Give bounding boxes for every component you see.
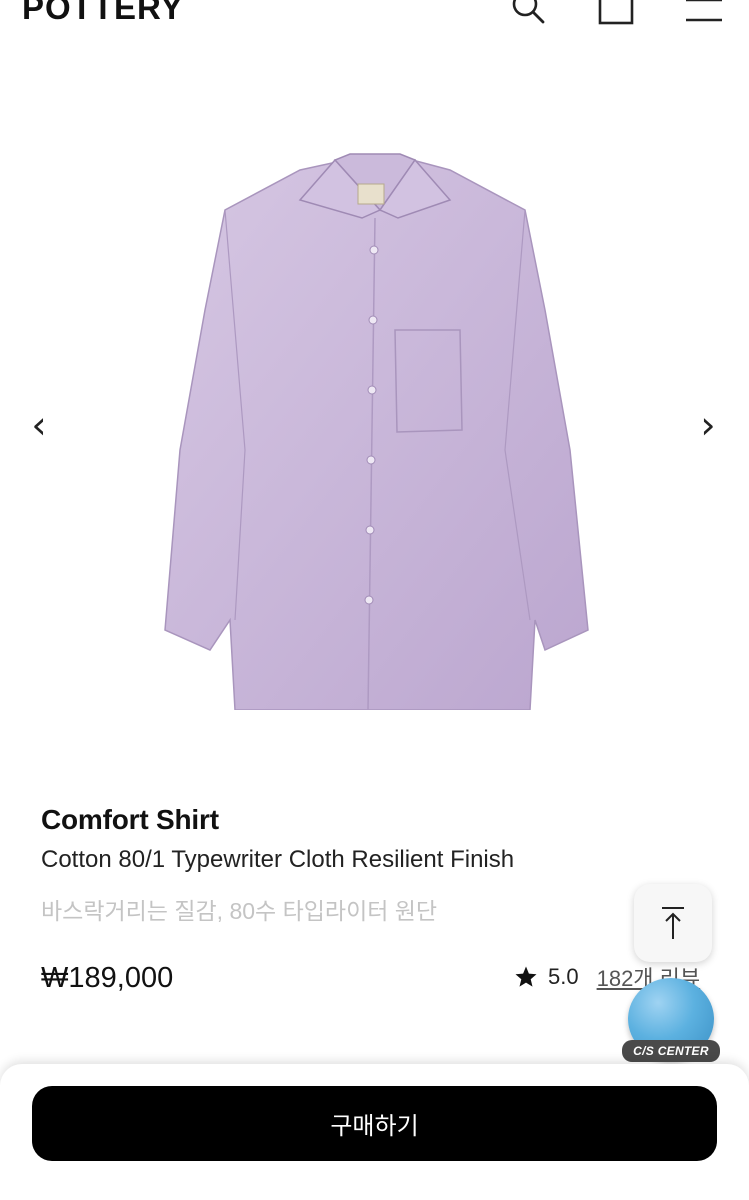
arrow-up-icon bbox=[662, 907, 684, 939]
scroll-to-top-button[interactable] bbox=[634, 884, 712, 962]
next-image-arrow[interactable]: › bbox=[693, 400, 723, 450]
search-icon[interactable] bbox=[508, 0, 548, 28]
rating-score: 5.0 bbox=[548, 964, 579, 989]
product-page: POTTERY ‹ › Comfort Shirt Cotton 80/1 Ty… bbox=[0, 0, 749, 1200]
prev-image-arrow[interactable]: ‹ bbox=[24, 400, 54, 450]
product-description: 바스락거리는 질감, 80수 타입라이터 원단 bbox=[41, 898, 438, 924]
cs-center-label: C/S CENTER bbox=[622, 1040, 720, 1062]
shopping-bag-icon[interactable] bbox=[596, 0, 636, 28]
product-image-gallery[interactable]: ‹ › bbox=[0, 60, 749, 780]
product-subtitle: Cotton 80/1 Typewriter Cloth Resilient F… bbox=[41, 846, 515, 873]
product-title: Comfort Shirt bbox=[41, 804, 219, 835]
buy-button[interactable]: 구매하기 bbox=[32, 1086, 717, 1161]
product-image bbox=[164, 153, 589, 710]
star-icon bbox=[515, 966, 537, 987]
brand-logo[interactable]: POTTERY bbox=[22, 0, 184, 28]
bottom-purchase-bar: 구매하기 bbox=[0, 1064, 749, 1200]
top-header: POTTERY bbox=[0, 0, 749, 40]
cs-center-button[interactable]: C/S CENTER bbox=[622, 976, 720, 1066]
product-price: ₩189,000 bbox=[41, 962, 174, 994]
menu-icon[interactable] bbox=[684, 0, 724, 28]
